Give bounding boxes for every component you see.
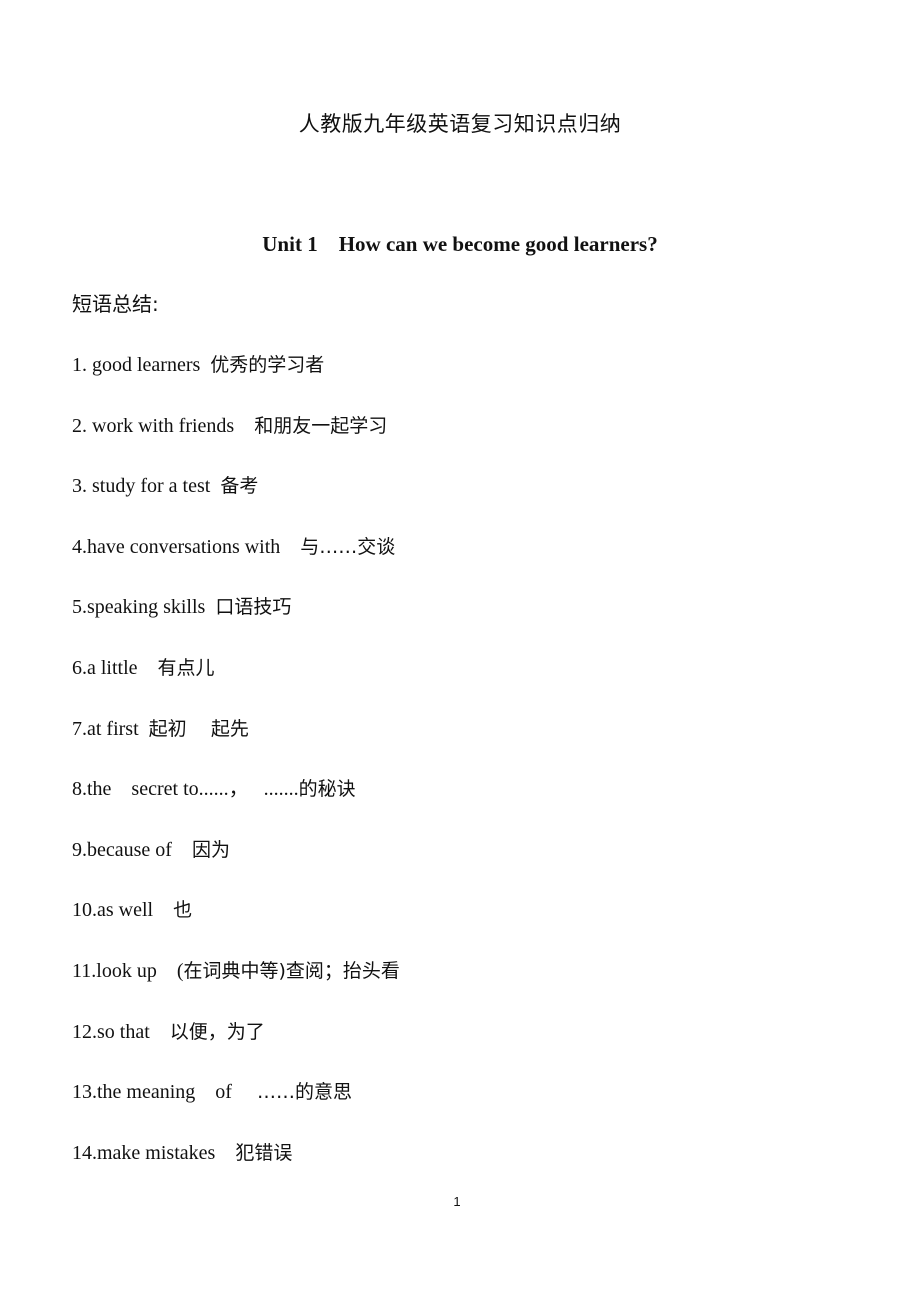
- phrase-item: 1. good learners 优秀的学习者: [72, 351, 400, 412]
- phrase-item: 14.make mistakes 犯错误: [72, 1139, 400, 1200]
- phrase-item: 12.so that 以便，为了: [72, 1018, 400, 1079]
- phrase-chinese: 起初 起先: [148, 717, 249, 740]
- phrase-english: 13.the meaning of: [72, 1081, 257, 1104]
- phrase-item: 7.at first 起初 起先: [72, 715, 400, 776]
- phrase-chinese: 因为: [191, 838, 230, 861]
- document-title: 人教版九年级英语复习知识点归纳: [298, 112, 622, 136]
- phrase-item: 8.the secret to......， .......的秘诀: [72, 775, 400, 836]
- phrase-chinese: 有点儿: [157, 656, 215, 679]
- phrase-item: 6.a little 有点儿: [72, 654, 400, 715]
- phrase-item: 5.speaking skills 口语技巧: [72, 593, 400, 654]
- phrase-list: 1. good learners 优秀的学习者 2. work with fri…: [72, 351, 400, 1199]
- phrase-english: 6.a little: [72, 656, 158, 679]
- phrase-chinese: 在词典中等)查阅；抬头看: [183, 959, 400, 982]
- phrase-item: 3. study for a test 备考: [72, 472, 400, 533]
- phrase-english: 8.the secret to......， .......: [72, 778, 299, 801]
- phrase-english: 1. good learners: [72, 354, 211, 376]
- phrase-item: 10.as well 也: [72, 896, 400, 957]
- phrase-chinese: 的秘诀: [298, 778, 356, 801]
- page-number: 1: [453, 1194, 461, 1209]
- phrase-english: 4.have conversations with: [72, 535, 301, 558]
- phrase-chinese: 以便，为了: [169, 1020, 265, 1043]
- phrase-english: 14.make mistakes: [72, 1141, 236, 1164]
- phrase-item: 13.the meaning of ……的意思: [72, 1078, 400, 1139]
- phrase-item: 11.look up (在词典中等)查阅；抬头看: [72, 957, 400, 1018]
- phrase-english: 10.as well: [72, 899, 174, 922]
- phrase-chinese: 备考: [220, 475, 259, 498]
- phrase-chinese: 犯错误: [235, 1141, 293, 1164]
- phrase-chinese: 优秀的学习者: [210, 354, 325, 376]
- phrase-english: 9.because of: [72, 838, 192, 861]
- phrase-item: 2. work with friends 和朋友一起学习: [72, 412, 400, 473]
- phrase-english: 7.at first: [72, 717, 149, 740]
- phrase-english: 3. study for a test: [72, 475, 221, 498]
- phrase-chinese: ……的意思: [256, 1081, 352, 1104]
- phrase-chinese: 也: [173, 899, 193, 922]
- phrase-item: 9.because of 因为: [72, 836, 400, 897]
- phrase-english: 2. work with friends: [72, 414, 255, 437]
- phrase-chinese: 与……交谈: [300, 535, 396, 558]
- phrase-english: 12.so that: [72, 1020, 170, 1043]
- section-label: 短语总结:: [72, 292, 159, 316]
- phrase-chinese: 和朋友一起学习: [254, 414, 388, 437]
- phrase-english: 11.look up (: [72, 959, 184, 982]
- phrase-english: 5.speaking skills: [72, 596, 216, 619]
- phrase-item: 4.have conversations with 与……交谈: [72, 533, 400, 594]
- phrase-chinese: 口语技巧: [215, 596, 292, 619]
- unit-heading: Unit 1 How can we become good learners?: [262, 232, 658, 256]
